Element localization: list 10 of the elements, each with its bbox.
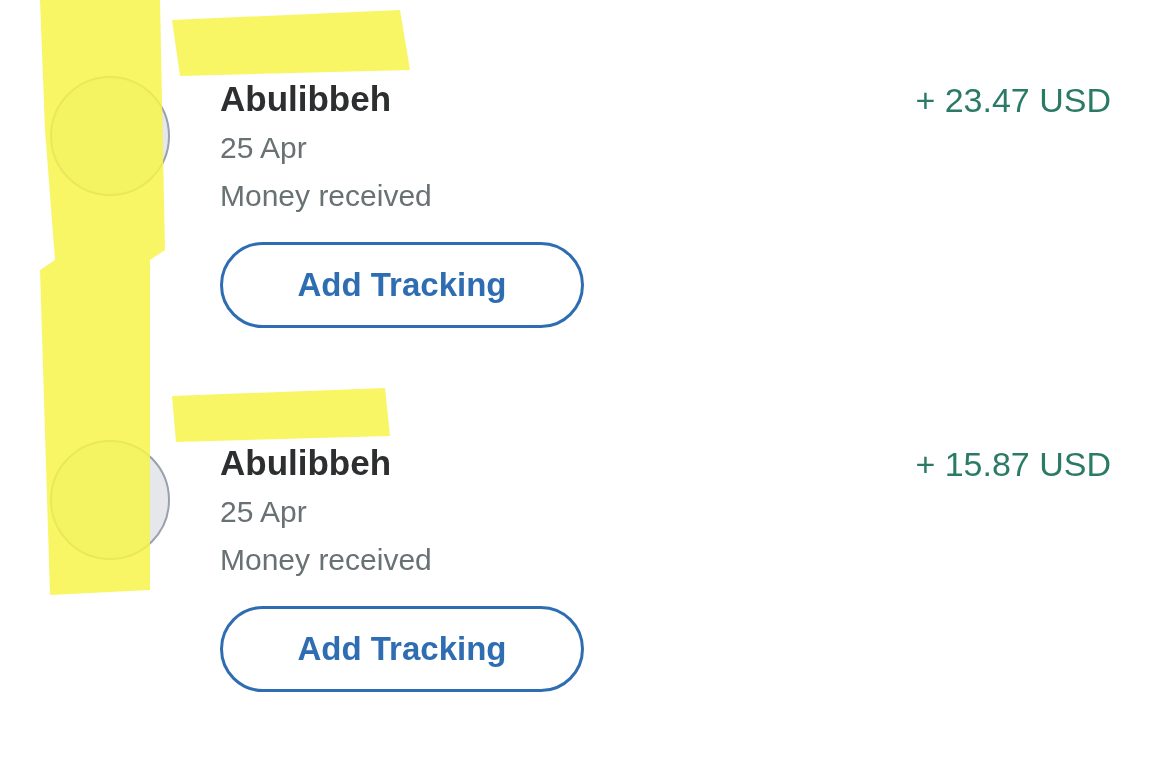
payer-name: Abulibbeh xyxy=(220,442,392,484)
status: Money received xyxy=(220,542,432,578)
amount: + 15.87 USD xyxy=(915,444,1111,485)
add-tracking-button[interactable]: Add Tracking xyxy=(220,606,584,692)
amount: + 23.47 USD xyxy=(915,80,1111,121)
add-tracking-button[interactable]: Add Tracking xyxy=(220,242,584,328)
status: Money received xyxy=(220,178,432,214)
payer-name: Abulibbeh xyxy=(220,78,392,120)
date: 25 Apr xyxy=(220,130,307,166)
date: 25 Apr xyxy=(220,494,307,530)
